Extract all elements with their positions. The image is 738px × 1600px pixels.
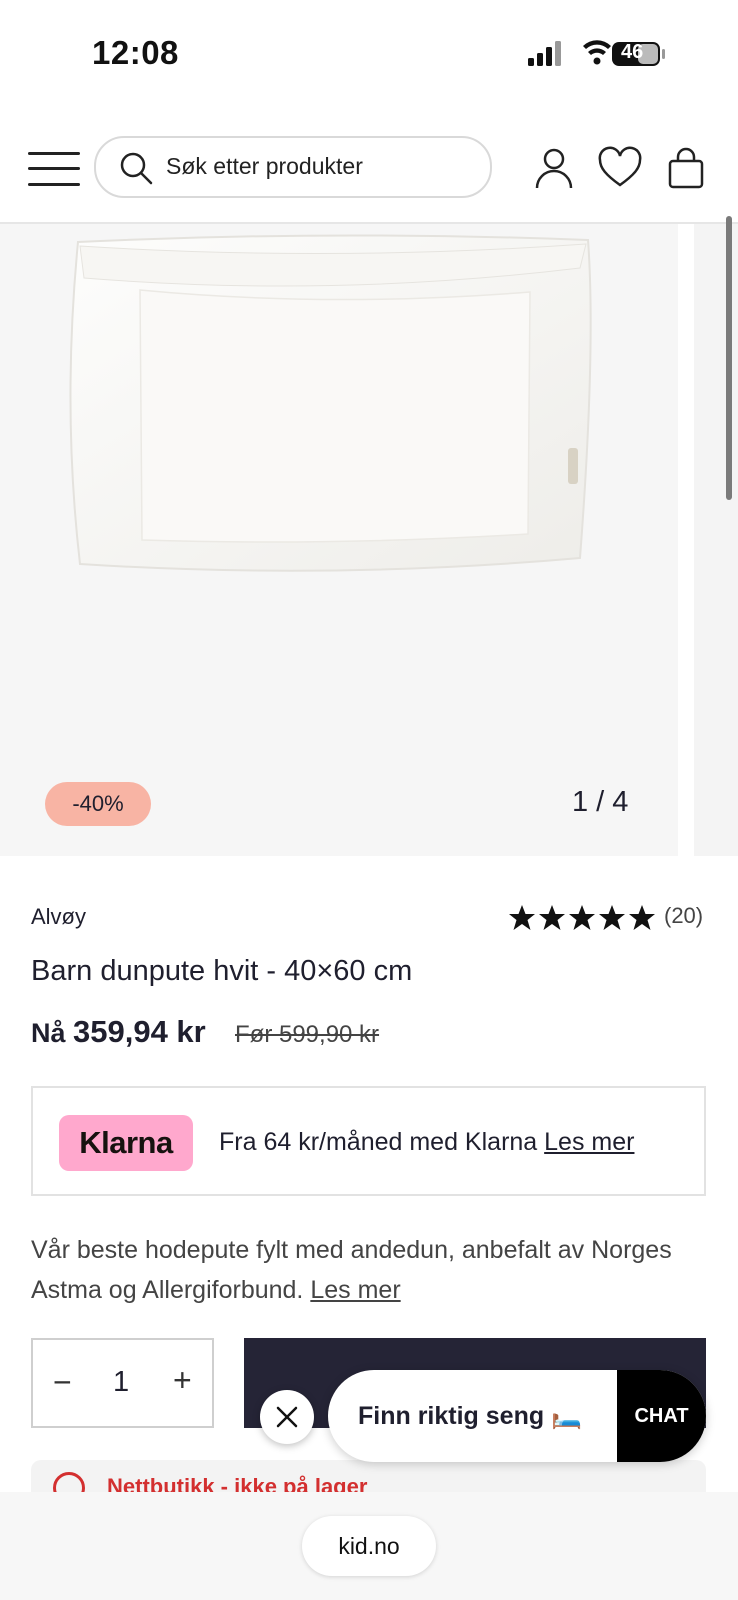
search-placeholder: Søk etter produkter — [166, 153, 363, 179]
battery-level: 46 — [621, 41, 644, 63]
close-widget-button[interactable] — [260, 1390, 314, 1444]
url-bar[interactable]: kid.no — [302, 1516, 436, 1576]
browser-bottom-bar: kid.no — [0, 1492, 738, 1600]
quantity-value[interactable]: 1 — [113, 1366, 129, 1399]
quantity-increase-button[interactable]: + — [173, 1362, 192, 1399]
klarna-info: Fra 64 kr/måned med Klarna — [219, 1128, 538, 1156]
discount-badge: -40% — [45, 782, 151, 826]
price-before: Før 599,90 kr — [235, 1021, 380, 1048]
klarna-logo: Klarna — [59, 1115, 193, 1171]
stock-info: Nettbutikk - ikke på lager — [31, 1460, 706, 1504]
quantity-stepper: − 1 + — [31, 1338, 214, 1428]
account-icon[interactable] — [532, 146, 576, 190]
image-counter: 1 / 4 — [572, 786, 629, 818]
cellular-signal-icon — [528, 41, 561, 66]
wifi-icon — [583, 40, 611, 65]
price-now: 359,94 kr — [73, 1014, 206, 1049]
heart-icon[interactable] — [598, 146, 642, 190]
price-now-label: Nå — [31, 1018, 66, 1048]
product-title: Barn dunpute hvit - 40×60 cm — [31, 955, 413, 987]
status-time: 12:08 — [92, 34, 179, 71]
cart-bag-icon[interactable] — [664, 146, 708, 190]
quantity-decrease-button[interactable]: − — [53, 1364, 72, 1401]
rating-stars[interactable] — [508, 904, 658, 932]
chat-button[interactable]: CHAT — [617, 1370, 706, 1462]
klarna-read-more-link[interactable]: Les mer — [544, 1128, 634, 1156]
product-image-gallery[interactable]: -40% 1 / 4 — [0, 224, 678, 856]
status-icons: 46 — [528, 38, 678, 68]
description-read-more-link[interactable]: Les mer — [310, 1276, 400, 1304]
search-input[interactable]: Søk etter produkter — [94, 136, 492, 198]
product-image-pillow — [69, 234, 592, 572]
menu-button[interactable] — [28, 150, 80, 188]
star-icons — [509, 905, 655, 930]
klarna-banner: Klarna Fra 64 kr/måned med Klarna Les me… — [31, 1086, 706, 1196]
site-header: Søk etter produkter — [0, 118, 738, 224]
find-bed-label: Finn riktig seng 🛏️ — [358, 1402, 583, 1430]
klarna-text: Fra 64 kr/måned med Klarna Les mer — [219, 1128, 634, 1157]
rating-count[interactable]: (20) — [664, 903, 703, 929]
close-icon — [276, 1406, 298, 1428]
search-icon — [120, 152, 153, 185]
scrollbar[interactable] — [726, 216, 732, 500]
product-description: Vår beste hodepute fylt med andedun, anb… — [31, 1230, 691, 1310]
product-brand[interactable]: Alvøy — [31, 904, 86, 930]
